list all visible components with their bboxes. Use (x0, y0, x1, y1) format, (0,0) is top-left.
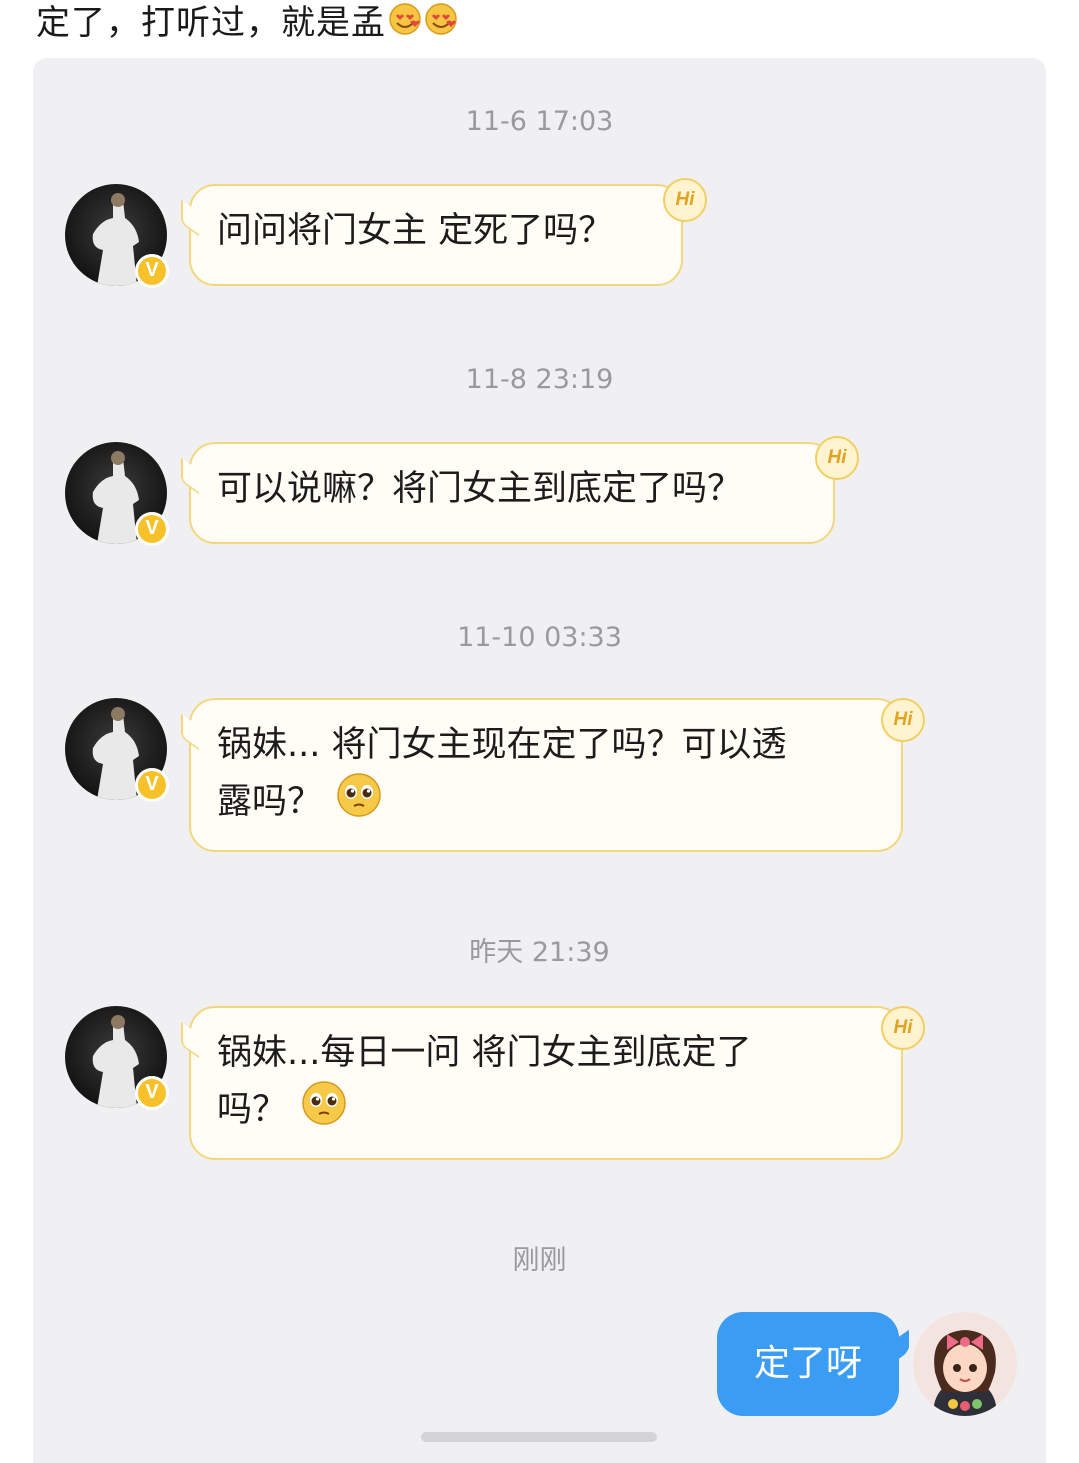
sender-avatar[interactable]: V (65, 698, 169, 802)
verified-badge-icon: V (135, 1076, 169, 1110)
hi-greeting-icon: Hi (881, 1006, 925, 1050)
sender-avatar[interactable]: V (65, 184, 169, 288)
message-timestamp: 昨天 21:39 (469, 937, 610, 968)
message-bubble[interactable]: 问问将门女主 定死了吗？ (189, 184, 683, 286)
smiling-face-with-hearts-icon (388, 2, 422, 48)
home-indicator (421, 1432, 657, 1442)
sender-avatar[interactable]: V (65, 442, 169, 546)
hi-greeting-icon: Hi (815, 436, 859, 480)
message-text: 问问将门女主 定死了吗？ (217, 211, 614, 251)
message-timestamp: 11-6 17:03 (465, 106, 614, 137)
message-bubble[interactable]: 锅妹...每日一问 将门女主到底定了 吗？ (189, 1006, 903, 1160)
message-text-line: 吗？ (217, 1090, 288, 1130)
sent-message-bubble[interactable]: 定了呀 (717, 1312, 899, 1416)
post-caption: 定了，打听过，就是孟 (36, 0, 458, 48)
pleading-face-icon (301, 1080, 347, 1142)
verified-badge-icon: V (135, 254, 169, 288)
message-timestamp: 11-10 03:33 (457, 622, 622, 653)
sender-avatar[interactable]: V (65, 1006, 169, 1110)
sent-message-text: 定了呀 (753, 1343, 862, 1384)
message-bubble[interactable]: 可以说嘛？将门女主到底定了吗？ (189, 442, 835, 544)
message-bubble[interactable]: 锅妹... 将门女主现在定了吗？可以透 露吗？ (189, 698, 903, 852)
message-text-line: 锅妹... 将门女主现在定了吗？可以透 (217, 725, 787, 765)
caption-text: 定了，打听过，就是孟 (36, 3, 386, 43)
verified-badge-icon: V (135, 768, 169, 802)
hi-greeting-icon: Hi (663, 178, 707, 222)
chat-window[interactable]: 11-6 17:03 V 问问将门女主 定死了吗？ Hi 11-8 23:19 … (33, 58, 1046, 1463)
message-timestamp: 11-8 23:19 (465, 364, 614, 395)
message-text-line: 锅妹...每日一问 将门女主到底定了 (217, 1033, 752, 1073)
verified-badge-icon: V (135, 512, 169, 546)
smiling-face-with-hearts-icon (424, 2, 458, 48)
hi-greeting-icon: Hi (881, 698, 925, 742)
message-text-line: 露吗？ (217, 782, 323, 822)
pleading-face-icon (336, 772, 382, 834)
my-avatar[interactable] (913, 1312, 1017, 1416)
message-timestamp: 刚刚 (512, 1245, 567, 1276)
message-text: 可以说嘛？将门女主到底定了吗？ (217, 469, 743, 509)
